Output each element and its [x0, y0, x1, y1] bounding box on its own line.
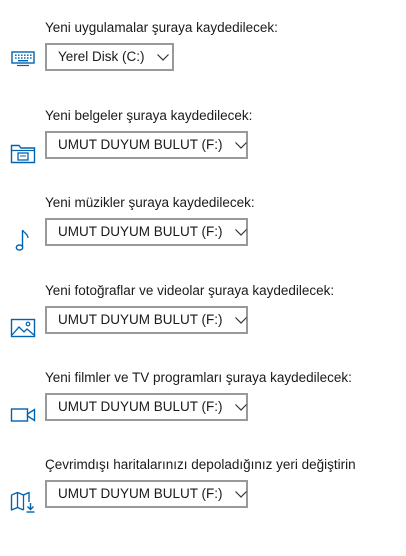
dropdown-selected-value: UMUT DUYUM BULUT (F:) — [58, 312, 223, 327]
maps-location-dropdown[interactable]: UMUT DUYUM BULUT (F:) — [45, 480, 248, 508]
movies-location-dropdown[interactable]: UMUT DUYUM BULUT (F:) — [45, 393, 248, 421]
save-location-row-maps: Çevrimdışı haritalarınızı depoladığınız … — [0, 456, 406, 516]
save-location-row-photos: Yeni fotoğraflar ve videolar şuraya kayd… — [0, 282, 406, 342]
chevron-down-icon — [234, 227, 247, 237]
row-label-music: Yeni müzikler şuraya kaydedilecek: — [45, 195, 255, 210]
dropdown-selected-value: Yerel Disk (C:) — [58, 49, 145, 64]
video-camera-icon — [9, 403, 37, 427]
chevron-down-icon — [234, 402, 247, 412]
chevron-down-icon — [234, 489, 247, 499]
row-label-photos: Yeni fotoğraflar ve videolar şuraya kayd… — [45, 283, 335, 298]
apps-location-dropdown[interactable]: Yerel Disk (C:) — [45, 43, 174, 71]
save-location-row-documents: Yeni belgeler şuraya kaydedilecek: UMUT … — [0, 107, 406, 167]
photos-location-dropdown[interactable]: UMUT DUYUM BULUT (F:) — [45, 306, 248, 334]
row-label-maps: Çevrimdışı haritalarınızı depoladığınız … — [45, 457, 356, 472]
documents-folder-icon — [9, 141, 37, 165]
dropdown-selected-value: UMUT DUYUM BULUT (F:) — [58, 486, 223, 501]
save-locations-panel: Yeni uygulamalar şuraya kaydedilecek: Ye… — [0, 0, 406, 556]
chevron-down-icon — [156, 52, 169, 62]
chevron-down-icon — [234, 140, 247, 150]
save-location-row-movies: Yeni filmler ve TV programları şuraya ka… — [0, 369, 406, 429]
music-note-icon — [9, 228, 37, 252]
documents-location-dropdown[interactable]: UMUT DUYUM BULUT (F:) — [45, 131, 248, 159]
row-label-movies: Yeni filmler ve TV programları şuraya ka… — [45, 370, 352, 385]
picture-icon — [9, 316, 37, 340]
keyboard-icon — [9, 47, 37, 71]
offline-map-icon — [9, 490, 37, 514]
row-label-documents: Yeni belgeler şuraya kaydedilecek: — [45, 108, 253, 123]
music-location-dropdown[interactable]: UMUT DUYUM BULUT (F:) — [45, 218, 248, 246]
dropdown-selected-value: UMUT DUYUM BULUT (F:) — [58, 137, 223, 152]
row-label-apps: Yeni uygulamalar şuraya kaydedilecek: — [45, 20, 278, 35]
chevron-down-icon — [234, 315, 247, 325]
save-location-row-music: Yeni müzikler şuraya kaydedilecek: UMUT … — [0, 194, 406, 254]
dropdown-selected-value: UMUT DUYUM BULUT (F:) — [58, 399, 223, 414]
save-location-row-apps: Yeni uygulamalar şuraya kaydedilecek: Ye… — [0, 19, 406, 79]
dropdown-selected-value: UMUT DUYUM BULUT (F:) — [58, 224, 223, 239]
